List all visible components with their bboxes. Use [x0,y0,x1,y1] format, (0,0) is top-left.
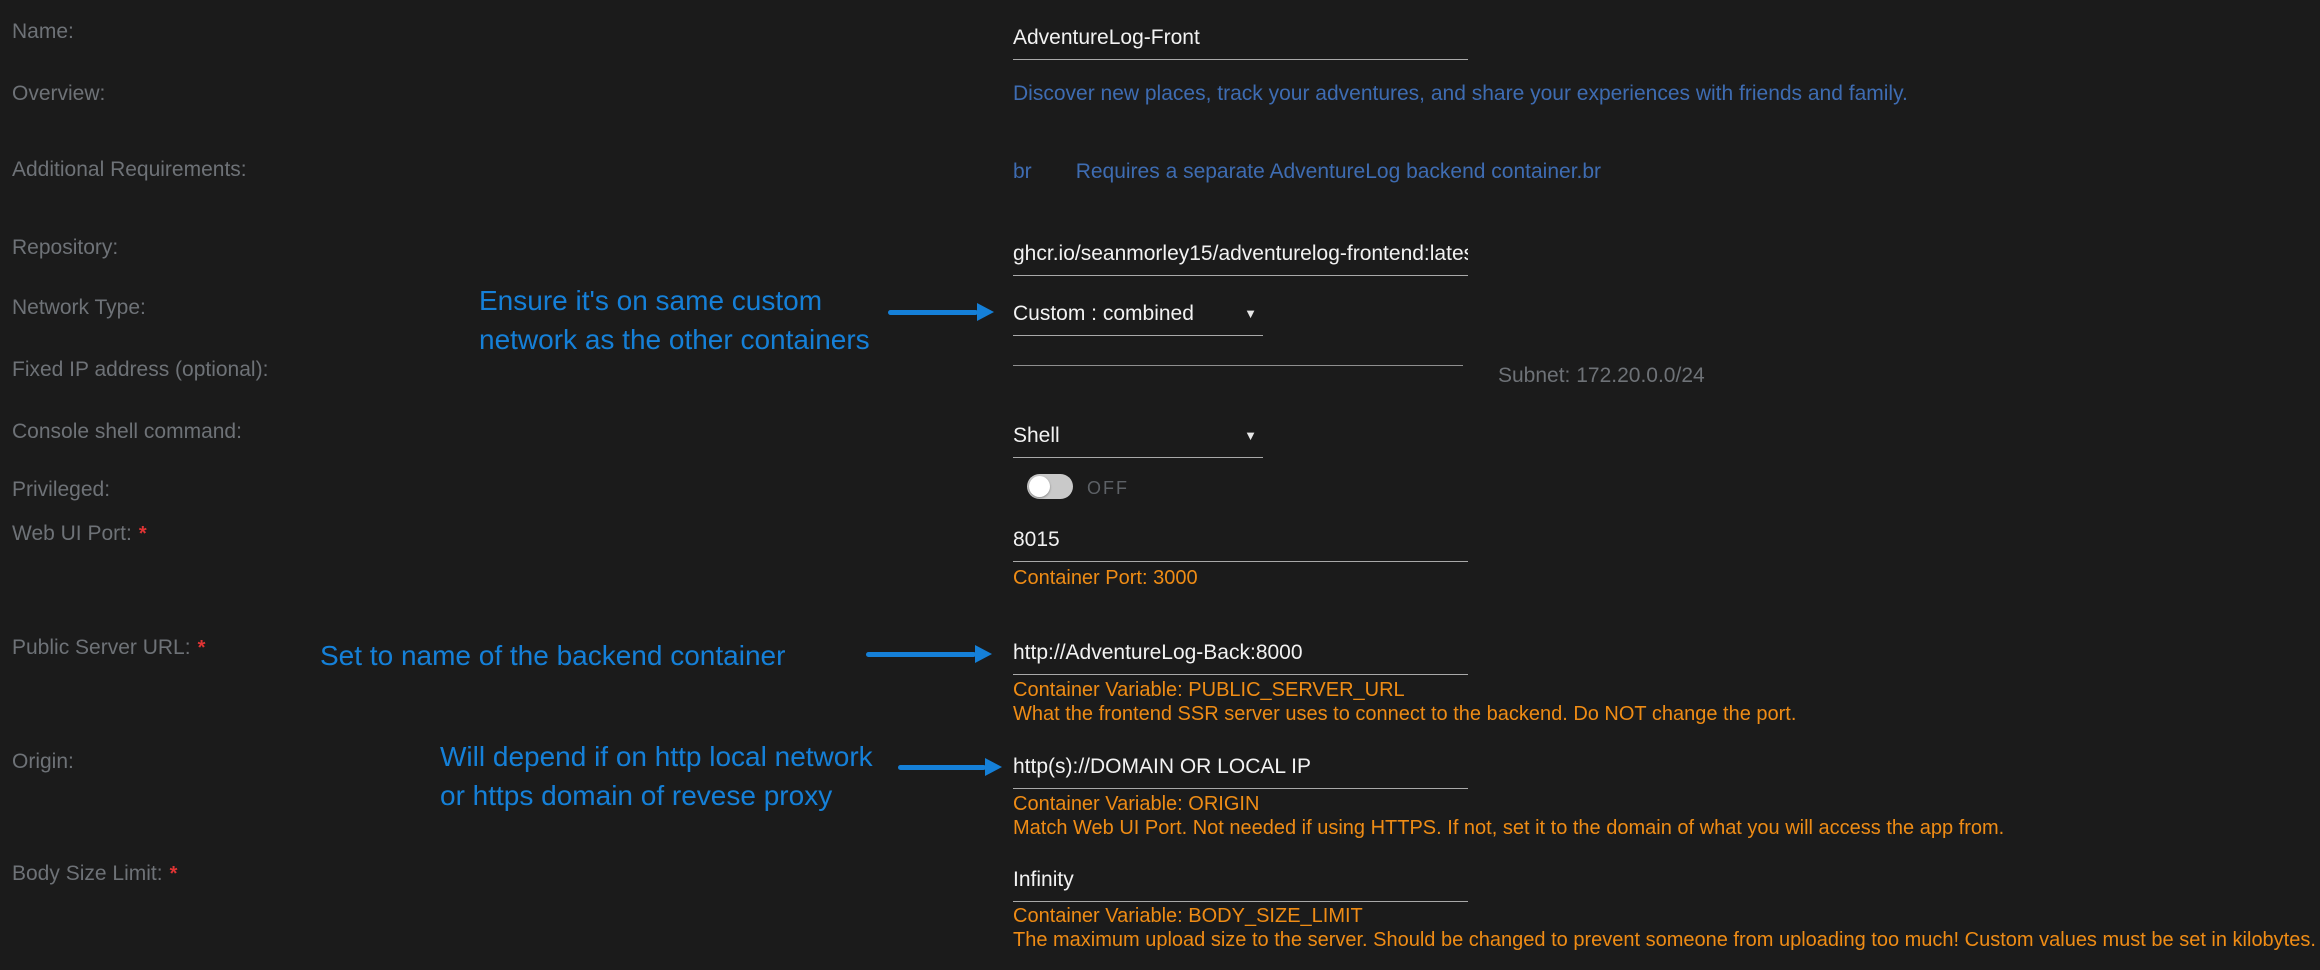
network-type-select[interactable]: Custom : combined ▼ [1013,302,1263,336]
origin-description-helper: Match Web UI Port. Not needed if using H… [1013,817,2004,840]
additional-requirements-value: Requires a separate AdventureLog backend… [1076,160,1601,183]
privileged-label: Privileged: [12,478,110,502]
annotation-backend-note: Set to name of the backend container [320,636,785,675]
overview-text: Discover new places, track your adventur… [1013,82,1908,106]
privileged-toggle[interactable] [1027,474,1073,499]
web-ui-port-input[interactable]: 8015 [1013,528,1468,562]
fixed-ip-input[interactable] [1013,356,1463,366]
name-field-label: Name: [12,20,74,44]
arrow-right-icon [898,765,986,770]
container-port-helper: Container Port: 3000 [1013,567,1198,590]
body-size-limit-label-text: Body Size Limit: [12,862,163,885]
required-asterisk: * [198,637,206,659]
web-ui-port-label-text: Web UI Port: [12,522,132,545]
public-server-url-label: Public Server URL: * [12,636,205,660]
arrow-right-icon [866,652,976,657]
fixed-ip-label: Fixed IP address (optional): [12,358,268,382]
additional-requirements-prefix: br [1013,160,1032,183]
origin-input[interactable]: http(s)://DOMAIN OR LOCAL IP [1013,755,1468,789]
chevron-down-icon: ▼ [1244,424,1257,448]
additional-requirements-text: br Requires a separate AdventureLog backe… [1013,160,1601,184]
additional-requirements-label: Additional Requirements: [12,158,247,182]
required-asterisk: * [170,863,178,885]
network-type-label: Network Type: [12,296,146,320]
annotation-origin-note: Will depend if on http local network or … [440,737,873,815]
annotation-network-line1: Ensure it's on same custom [479,281,870,320]
arrow-right-icon [888,310,978,315]
public-server-url-variable-helper: Container Variable: PUBLIC_SERVER_URL [1013,679,1405,702]
chevron-down-icon: ▼ [1244,302,1257,326]
subnet-note: Subnet: 172.20.0.0/24 [1498,364,1705,388]
overview-field-label: Overview: [12,82,105,106]
name-input[interactable]: AdventureLog-Front [1013,26,1468,60]
toggle-knob-icon [1029,476,1050,497]
public-server-url-label-text: Public Server URL: [12,636,191,659]
body-size-limit-description-helper: The maximum upload size to the server. S… [1013,929,2316,952]
annotation-origin-line1: Will depend if on http local network [440,737,873,776]
annotation-network-line2: network as the other containers [479,320,870,359]
annotation-origin-line2: or https domain of revese proxy [440,776,873,815]
console-shell-label: Console shell command: [12,420,242,444]
privileged-toggle-state: OFF [1087,478,1129,499]
origin-label: Origin: [12,750,74,774]
body-size-limit-label: Body Size Limit: * [12,862,177,886]
annotation-backend-line1: Set to name of the backend container [320,636,785,675]
body-size-limit-input[interactable]: Infinity [1013,868,1468,902]
repository-input[interactable]: ghcr.io/seanmorley15/adventurelog-fronte… [1013,242,1468,276]
repository-field-label: Repository: [12,236,118,260]
network-type-selected-value: Custom : combined [1013,302,1194,326]
console-shell-select[interactable]: Shell ▼ [1013,424,1263,458]
public-server-url-input[interactable]: http://AdventureLog-Back:8000 [1013,641,1468,675]
console-shell-selected-value: Shell [1013,424,1060,448]
body-size-limit-variable-helper: Container Variable: BODY_SIZE_LIMIT [1013,905,1363,928]
public-server-url-description-helper: What the frontend SSR server uses to con… [1013,703,1796,726]
annotation-network-note: Ensure it's on same custom network as th… [479,281,870,359]
origin-variable-helper: Container Variable: ORIGIN [1013,793,1259,816]
web-ui-port-label: Web UI Port: * [12,522,147,546]
required-asterisk: * [139,523,147,545]
